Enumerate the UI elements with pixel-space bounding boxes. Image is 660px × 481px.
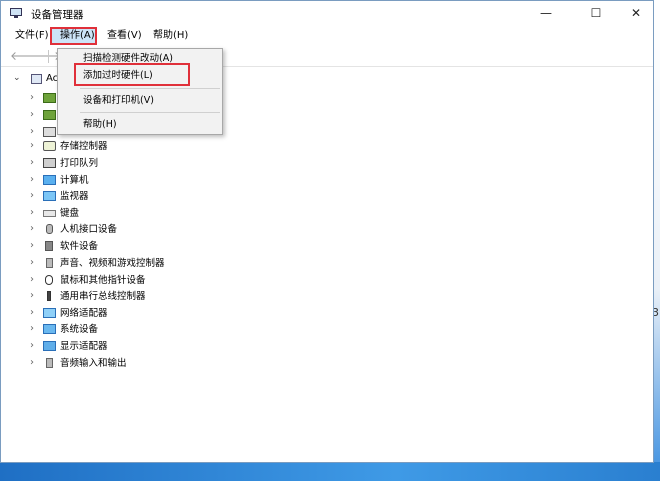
- menu-item-devices-printers[interactable]: 设备和打印机(V): [83, 94, 154, 107]
- tree-item-label: 打印队列: [60, 158, 99, 169]
- toolbar-separator: [48, 50, 49, 63]
- device-icon: [43, 110, 56, 120]
- taskbar-area: [0, 462, 660, 481]
- tree-item-label: 软件设备: [60, 241, 99, 252]
- chevron-right-icon[interactable]: ›: [30, 109, 34, 121]
- menu-bar: 文件(F) 操作(A) 查看(V) 帮助(H): [1, 26, 653, 46]
- printer-icon: [43, 158, 56, 168]
- chevron-right-icon[interactable]: ›: [30, 223, 34, 235]
- chevron-right-icon[interactable]: ›: [30, 340, 34, 352]
- chevron-right-icon[interactable]: ›: [30, 307, 34, 319]
- system-device-icon: [43, 324, 56, 334]
- device-manager-window: 设备管理器 — ☐ ✕ 文件(F) 操作(A) 查看(V) 帮助(H) 🡐 🡒 …: [0, 0, 654, 463]
- tree-item-label: 监视器: [60, 191, 89, 202]
- storage-controller-icon: [43, 141, 56, 151]
- tree-item-label: 音频输入和输出: [60, 358, 127, 369]
- chevron-down-icon[interactable]: ⌄: [13, 73, 21, 83]
- chevron-right-icon[interactable]: ›: [30, 274, 34, 286]
- device-icon: [43, 93, 56, 103]
- mouse-icon: [45, 275, 53, 285]
- computer-icon: [43, 175, 56, 185]
- hid-icon: [46, 224, 53, 234]
- chevron-right-icon[interactable]: ›: [30, 140, 34, 152]
- tree-item-label: 存储控制器: [60, 141, 108, 152]
- network-adapter-icon: [43, 308, 56, 318]
- display-adapter-icon: [43, 341, 56, 351]
- chevron-right-icon[interactable]: ›: [30, 323, 34, 335]
- chevron-right-icon[interactable]: ›: [30, 207, 34, 219]
- desktop-background: [654, 0, 660, 481]
- computer-icon: [31, 74, 42, 84]
- tree-item-label: 键盘: [60, 208, 80, 219]
- menu-item-add-legacy-hardware[interactable]: 添加过时硬件(L): [83, 69, 153, 82]
- tree-item-label: 网络适配器: [60, 308, 108, 319]
- tree-item-label: 显示适配器: [60, 341, 108, 352]
- chevron-right-icon[interactable]: ›: [30, 290, 34, 302]
- device-icon: [43, 127, 56, 137]
- minimize-button[interactable]: —: [531, 4, 561, 22]
- tree-item-label: 通用串行总线控制器: [60, 291, 146, 302]
- chevron-right-icon[interactable]: ›: [30, 257, 34, 269]
- monitor-icon: [43, 191, 56, 201]
- maximize-button[interactable]: ☐: [581, 4, 611, 22]
- chevron-right-icon[interactable]: ›: [30, 357, 34, 369]
- menu-file[interactable]: 文件(F): [15, 29, 49, 43]
- chevron-right-icon[interactable]: ›: [30, 92, 34, 104]
- tree-item-label: 声音、视频和游戏控制器: [60, 258, 165, 269]
- usb-icon: [47, 291, 51, 301]
- chevron-right-icon[interactable]: ›: [30, 157, 34, 169]
- tree-item-label: 鼠标和其他指针设备: [60, 275, 146, 286]
- forward-arrow-icon[interactable]: 🡒: [29, 50, 61, 62]
- chevron-right-icon[interactable]: ›: [30, 240, 34, 252]
- tree-item-label: 计算机: [60, 175, 89, 186]
- keyboard-icon: [43, 210, 56, 217]
- action-menu-dropdown: 扫描检测硬件改动(A) 添加过时硬件(L) 设备和打印机(V) 帮助(H): [57, 48, 223, 135]
- menu-view[interactable]: 查看(V): [107, 29, 142, 43]
- chevron-right-icon[interactable]: ›: [30, 174, 34, 186]
- menu-help[interactable]: 帮助(H): [153, 29, 188, 43]
- menu-separator: [80, 88, 220, 89]
- device-manager-icon: [10, 8, 22, 18]
- title-bar[interactable]: 设备管理器 — ☐ ✕: [1, 1, 653, 26]
- tree-item-label: 人机接口设备: [60, 224, 118, 235]
- speaker-icon: [46, 258, 53, 268]
- menu-item-help[interactable]: 帮助(H): [83, 118, 117, 131]
- menu-separator: [80, 112, 220, 113]
- menu-action[interactable]: 操作(A): [60, 29, 95, 43]
- audio-io-icon: [46, 358, 53, 368]
- chevron-right-icon[interactable]: ›: [30, 190, 34, 202]
- tree-item-label: 系统设备: [60, 324, 99, 335]
- software-device-icon: [45, 241, 53, 251]
- back-arrow-icon[interactable]: 🡐: [10, 50, 42, 62]
- close-button[interactable]: ✕: [621, 4, 651, 22]
- window-title: 设备管理器: [31, 9, 84, 21]
- chevron-right-icon[interactable]: ›: [30, 126, 34, 138]
